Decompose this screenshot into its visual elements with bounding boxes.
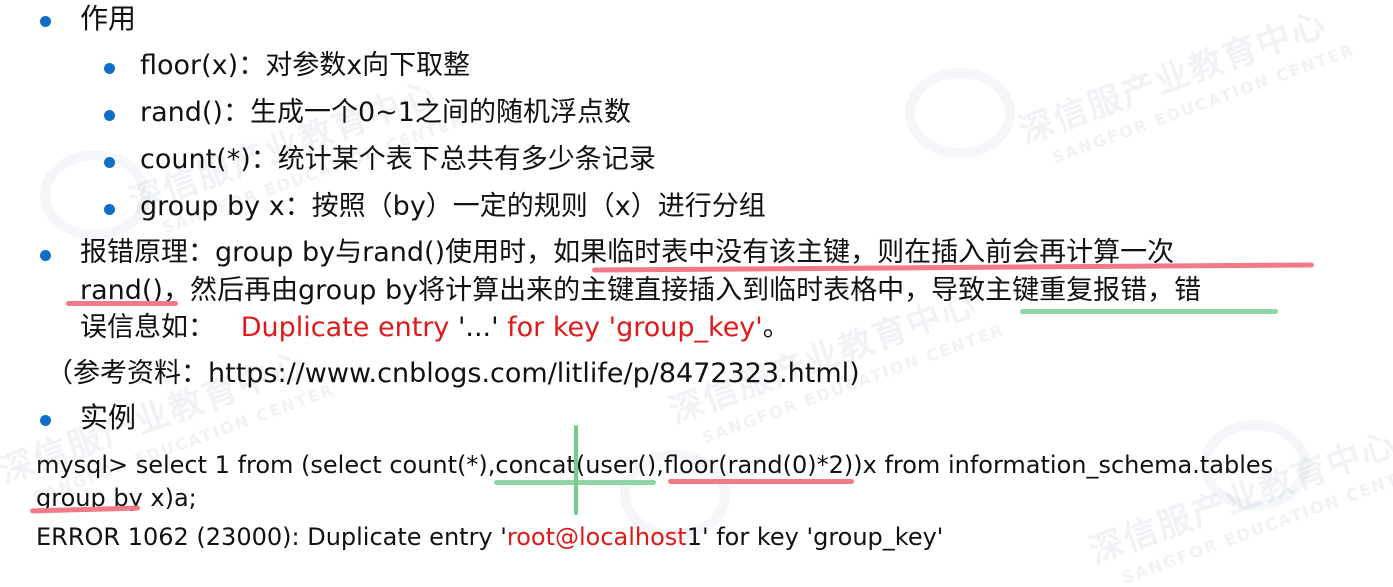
principle-text: ，错	[1147, 275, 1202, 306]
principle-line-3: 误信息如： Duplicate entry '...' for key 'gro…	[80, 313, 790, 343]
green-underline	[1020, 309, 1278, 314]
code-text: 1' for key 'group_key'	[686, 523, 944, 551]
code-text: mysql> select 1 from (select count(*),	[36, 451, 496, 479]
code-line-1: mysql> select 1 from (select count(*),co…	[36, 452, 1273, 478]
principle-text: ，然后再由group by将计算出来的主键直接插入到临时表格中，	[162, 275, 932, 306]
principle-text: 报错原理：group by与rand()使用时，	[80, 237, 554, 268]
code-text: )x from information_schema.tables	[853, 451, 1274, 479]
code-highlight-text: concat(user(),	[495, 451, 664, 479]
bullet-icon	[40, 415, 51, 426]
bullet-icon	[40, 250, 51, 261]
code-highlight-text: floor(rand(0)*2)	[663, 451, 854, 479]
error-highlight-text: root@localhost	[506, 523, 687, 551]
red-underline	[66, 301, 178, 306]
bullet-icon	[104, 204, 115, 215]
principle-text: 。	[762, 312, 790, 343]
bullet-icon	[104, 110, 115, 121]
bullet-icon	[104, 63, 115, 74]
reference-link-text: （参考资料：https://www.cnblogs.com/litlife/p/…	[46, 358, 860, 389]
usage-item: group by x：按照（by）一定的规则（x）进行分组	[140, 191, 766, 222]
section-heading-usage: 作用	[80, 2, 137, 35]
watermark-logo	[905, 68, 1015, 158]
bullet-icon	[104, 157, 115, 168]
error-message-text: for key 'group_key'	[507, 312, 763, 343]
bullet-icon	[40, 16, 51, 27]
principle-text: '...'	[449, 312, 508, 343]
principle-text: 误信息如：	[80, 312, 215, 343]
principle-highlight-text: 导致主键重复报错	[931, 275, 1148, 306]
usage-item: rand()：生成一个0~1之间的随机浮点数	[140, 97, 631, 128]
section-heading-example: 实例	[80, 401, 137, 434]
error-output-line: ERROR 1062 (23000): Duplicate entry 'roo…	[36, 524, 943, 550]
principle-line-1: 报错原理：group by与rand()使用时，如果临时表中没有该主键，则在插入…	[80, 238, 1174, 268]
green-vertical-mark	[574, 425, 578, 515]
red-underline	[668, 479, 854, 484]
error-message-text: Duplicate entry	[240, 312, 450, 343]
usage-item: floor(x)：对参数x向下取整	[140, 50, 471, 81]
code-text: ERROR 1062 (23000): Duplicate entry '	[36, 523, 507, 551]
usage-item: count(*)：统计某个表下总共有多少条记录	[140, 144, 656, 175]
principle-line-2: rand()，然后再由group by将计算出来的主键直接插入到临时表格中，导致…	[80, 276, 1201, 306]
